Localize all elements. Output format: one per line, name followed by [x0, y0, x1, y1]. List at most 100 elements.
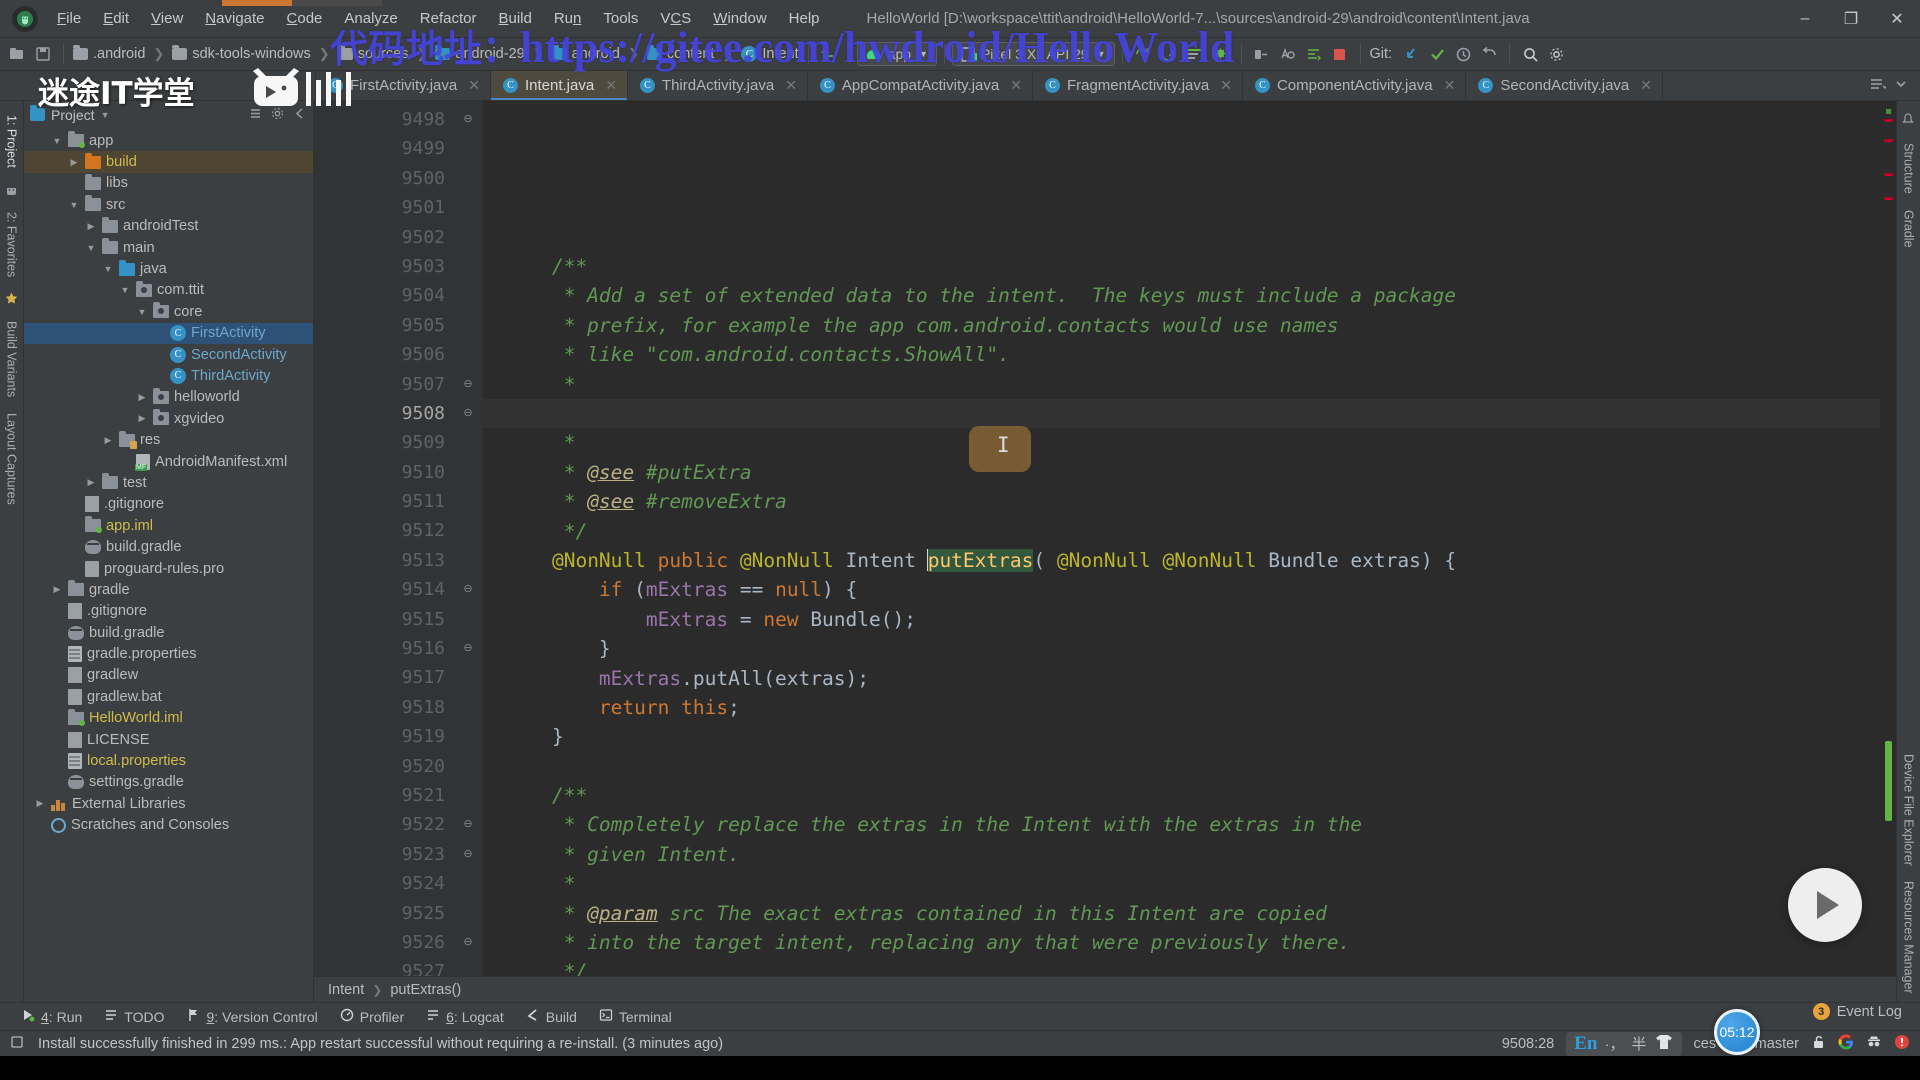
run-configuration-selector[interactable]: app ▼ [856, 42, 937, 66]
undo-icon[interactable] [816, 41, 842, 67]
breadcrumb-3[interactable]: android-29 [455, 46, 524, 62]
tree-node-src[interactable]: ▼ src [24, 194, 313, 215]
rail-item-structure[interactable]: Structure [1899, 135, 1919, 202]
chevron-right-icon[interactable]: ▶ [102, 435, 114, 446]
close-icon[interactable]: ✕ [785, 77, 797, 94]
tree-node--gitignore[interactable]: ▶ .gitignore [24, 494, 313, 515]
menu-run[interactable]: Run [543, 6, 593, 31]
rail-item-favorites[interactable]: 2: Favorites [2, 204, 22, 285]
close-button[interactable]: ✕ [1874, 0, 1920, 38]
tree-node-java[interactable]: ▼ java [24, 258, 313, 279]
tree-node-test[interactable]: ▶ test [24, 472, 313, 493]
open-project-icon[interactable] [4, 41, 30, 67]
collapse-all-icon[interactable] [248, 106, 263, 124]
maximize-button[interactable]: ❐ [1828, 0, 1874, 38]
tree-node-firstactivity[interactable]: ▶ C FirstActivity [24, 322, 313, 344]
search-everywhere-icon[interactable] [1517, 41, 1543, 67]
bottom-item-build[interactable]: Build [517, 1006, 586, 1027]
sync-project-icon[interactable] [1156, 41, 1182, 67]
code-line[interactable]: return this; [505, 693, 1880, 722]
chevron-right-icon[interactable]: ▶ [34, 798, 46, 809]
chevron-right-icon[interactable]: ▶ [136, 413, 148, 424]
tree-node-scratches-and-consoles[interactable]: ▶ Scratches and Consoles [24, 815, 313, 836]
fold-toggle-icon[interactable]: ⊖ [453, 575, 483, 604]
code-line[interactable]: * Completely replace the extras in the I… [505, 810, 1880, 839]
tree-node-local-properties[interactable]: ▶ local.properties [24, 750, 313, 771]
breadcrumb-1[interactable]: sdk-tools-windows [192, 46, 310, 62]
rail-item-device-file-explorer[interactable]: Device File Explorer [1899, 746, 1919, 874]
tree-node-res[interactable]: ▶ res [24, 429, 313, 450]
caret-position[interactable]: 9508:28 [1502, 1036, 1554, 1052]
fold-toggle-icon[interactable]: ⊖ [453, 105, 483, 134]
notifications-icon[interactable] [1901, 113, 1917, 129]
code-line[interactable]: } [505, 634, 1880, 663]
tab-ComponentActivity[interactable]: C ComponentActivity.java ✕ [1243, 71, 1467, 100]
code-scroll-area[interactable]: 9498 9499 9500 9501 9502 9503 9504 9505 9506 9507… [314, 101, 1896, 976]
code-line[interactable]: * [505, 869, 1880, 898]
code-line[interactable]: * @see #removeExtra [505, 487, 1880, 516]
chevron-down-icon[interactable]: ▼ [102, 264, 114, 274]
tree-node-gradlew[interactable]: ▶ gradlew [24, 665, 313, 686]
breadcrumb-class[interactable]: Intent [328, 982, 364, 998]
rail-item-build-variants[interactable]: Build Variants [2, 313, 22, 405]
chevron-down-icon[interactable]: ▼ [85, 243, 97, 253]
tree-node--gitignore[interactable]: ▶ .gitignore [24, 601, 313, 622]
menu-tools[interactable]: Tools [592, 6, 649, 31]
tree-node-build-gradle[interactable]: ▶ build.gradle [24, 536, 313, 557]
settings-icon[interactable] [270, 106, 285, 124]
sdk-manager-icon[interactable] [1208, 41, 1234, 67]
tree-node-com-ttit[interactable]: ▼ com.ttit [24, 280, 313, 301]
tab-SecondActivity[interactable]: C SecondActivity.java ✕ [1466, 71, 1663, 100]
tree-node-androidtest[interactable]: ▶ androidTest [24, 216, 313, 237]
minimize-button[interactable]: – [1782, 0, 1828, 38]
breadcrumb-6[interactable]: Intent [762, 46, 798, 62]
chevron-down-icon[interactable]: ▼ [51, 136, 63, 146]
tree-node-helloworld-iml[interactable]: ▶ HelloWorld.iml [24, 708, 313, 729]
breadcrumb-method[interactable]: putExtras() [390, 982, 461, 998]
lock-icon[interactable] [1811, 1034, 1826, 1054]
privacy-icon[interactable] [1866, 1034, 1882, 1054]
tree-node-androidmanifest-xml[interactable]: ▶ AndroidManifest.xml [24, 451, 313, 472]
layout-inspector-icon[interactable] [1301, 41, 1327, 67]
breadcrumb-2[interactable]: sources [358, 46, 409, 62]
tab-FirstActivity[interactable]: C FirstActivity.java ✕ [316, 71, 491, 100]
code-line[interactable]: * Add a set of extended data to the inte… [505, 281, 1880, 310]
tab-Intent[interactable]: C Intent.java ✕ [490, 71, 628, 100]
menu-build[interactable]: Build [487, 6, 542, 31]
hide-panel-icon[interactable] [292, 106, 307, 124]
tree-node-build-gradle[interactable]: ▶ build.gradle [24, 622, 313, 643]
encoding-label[interactable]: ces [1694, 1036, 1717, 1052]
bottom-item-run[interactable]: 4: Run [12, 1006, 91, 1027]
rail-item-gradle[interactable]: Gradle [1899, 202, 1919, 256]
chevron-right-icon[interactable]: ▶ [136, 392, 148, 403]
chevron-right-icon[interactable]: ▶ [85, 477, 97, 488]
chevron-down-icon[interactable]: ▼ [68, 200, 80, 210]
code-line[interactable] [505, 752, 1880, 781]
code-line[interactable]: if (mExtras == null) { [505, 575, 1880, 604]
git-update-icon[interactable] [1398, 41, 1424, 67]
chevron-down-icon[interactable]: ▼ [119, 285, 131, 295]
error-marker-column[interactable] [1880, 101, 1896, 976]
rail-item-resources-manager[interactable]: Resources Manager [1899, 873, 1919, 1002]
rail-item-layout-captures[interactable]: Layout Captures [2, 405, 22, 513]
chevron-down-icon[interactable]: ▼ [136, 307, 148, 317]
tree-node-gradle-properties[interactable]: ▶ gradle.properties [24, 643, 313, 664]
breadcrumb-4[interactable]: android [572, 46, 620, 62]
fold-toggle-icon[interactable]: ⊖ [453, 370, 483, 399]
tree-node-app-iml[interactable]: ▶ app.iml [24, 515, 313, 536]
ime-indicator[interactable]: En ·， 半 [1566, 1031, 1682, 1056]
close-icon[interactable]: ✕ [1220, 77, 1232, 94]
code-folding-column[interactable]: ⊖ ⊖ ⊖ ⊖ ⊖ ⊖ ⊖ ⊖ [453, 101, 483, 976]
project-panel-title[interactable]: Project [51, 107, 95, 123]
close-icon[interactable]: ✕ [605, 77, 617, 94]
fold-toggle-icon[interactable]: ⊖ [453, 810, 483, 839]
tab-ThirdActivity[interactable]: C ThirdActivity.java ✕ [628, 71, 808, 100]
save-all-icon[interactable] [30, 41, 56, 67]
menu-help[interactable]: Help [778, 6, 831, 31]
menu-navigate[interactable]: Navigate [194, 6, 275, 31]
google-icon[interactable] [1838, 1034, 1854, 1054]
tab-AppCompatActivity[interactable]: C AppCompatActivity.java ✕ [808, 71, 1033, 100]
bottom-item-todo[interactable]: TODO [95, 1006, 173, 1027]
menu-view[interactable]: View [140, 6, 194, 31]
code-line[interactable]: */ [505, 957, 1880, 976]
